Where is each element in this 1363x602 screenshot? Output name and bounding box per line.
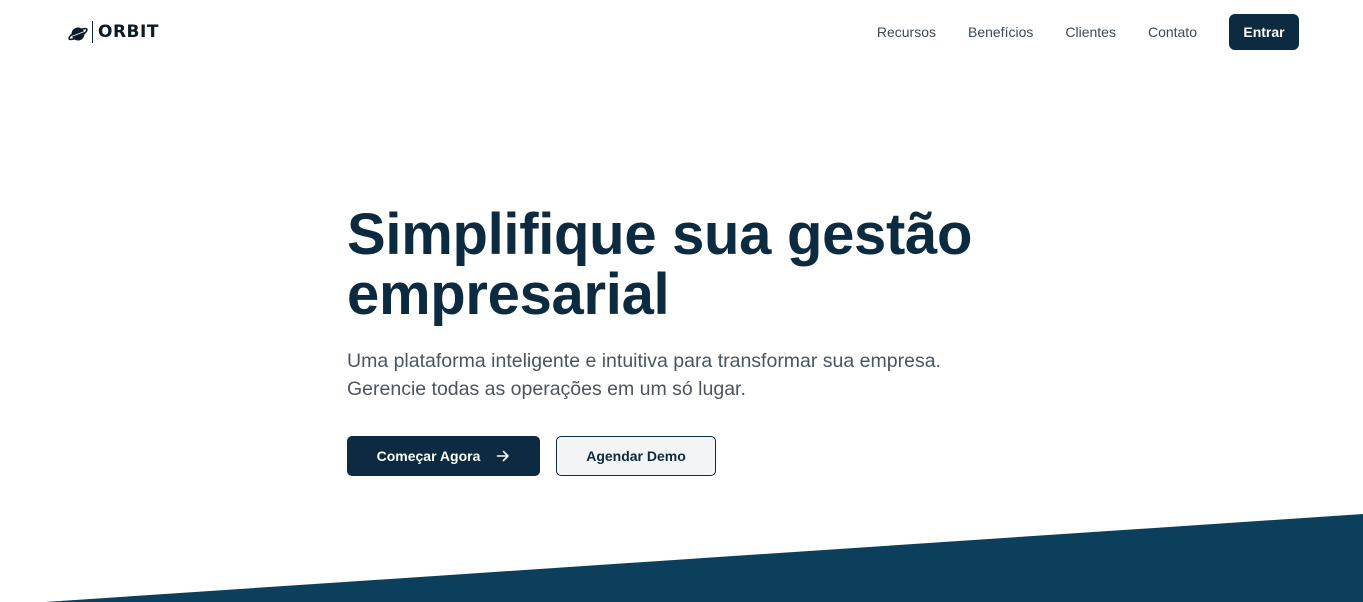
logo-divider [92, 21, 93, 43]
arrow-right-icon [496, 449, 510, 463]
nav-link-contato[interactable]: Contato [1148, 24, 1197, 40]
schedule-demo-button[interactable]: Agendar Demo [556, 436, 716, 476]
planet-icon [67, 22, 89, 44]
hero-subtitle: Uma plataforma inteligente e intuitiva p… [347, 350, 941, 400]
start-now-label: Começar Agora [376, 448, 481, 464]
hero-title: Simplifique sua gestão empresarial [347, 202, 973, 327]
site-header: ORBIT Recursos Benefícios Clientes Conta… [0, 0, 1363, 62]
login-button[interactable]: Entrar [1229, 14, 1299, 50]
hero-actions: Começar Agora Agendar Demo [347, 436, 1027, 476]
landing-page: ORBIT Recursos Benefícios Clientes Conta… [0, 0, 1363, 602]
nav-link-recursos[interactable]: Recursos [877, 24, 936, 40]
hero-section: Simplifique sua gestão empresarial Uma p… [347, 205, 1027, 476]
brand-logo[interactable]: ORBIT [67, 19, 159, 45]
nav-link-clientes[interactable]: Clientes [1065, 24, 1116, 40]
nav-link-beneficios[interactable]: Benefícios [968, 24, 1033, 40]
main-nav: Recursos Benefícios Clientes Contato Ent… [877, 14, 1299, 50]
start-now-button[interactable]: Começar Agora [347, 436, 540, 476]
brand-name: ORBIT [98, 22, 159, 42]
